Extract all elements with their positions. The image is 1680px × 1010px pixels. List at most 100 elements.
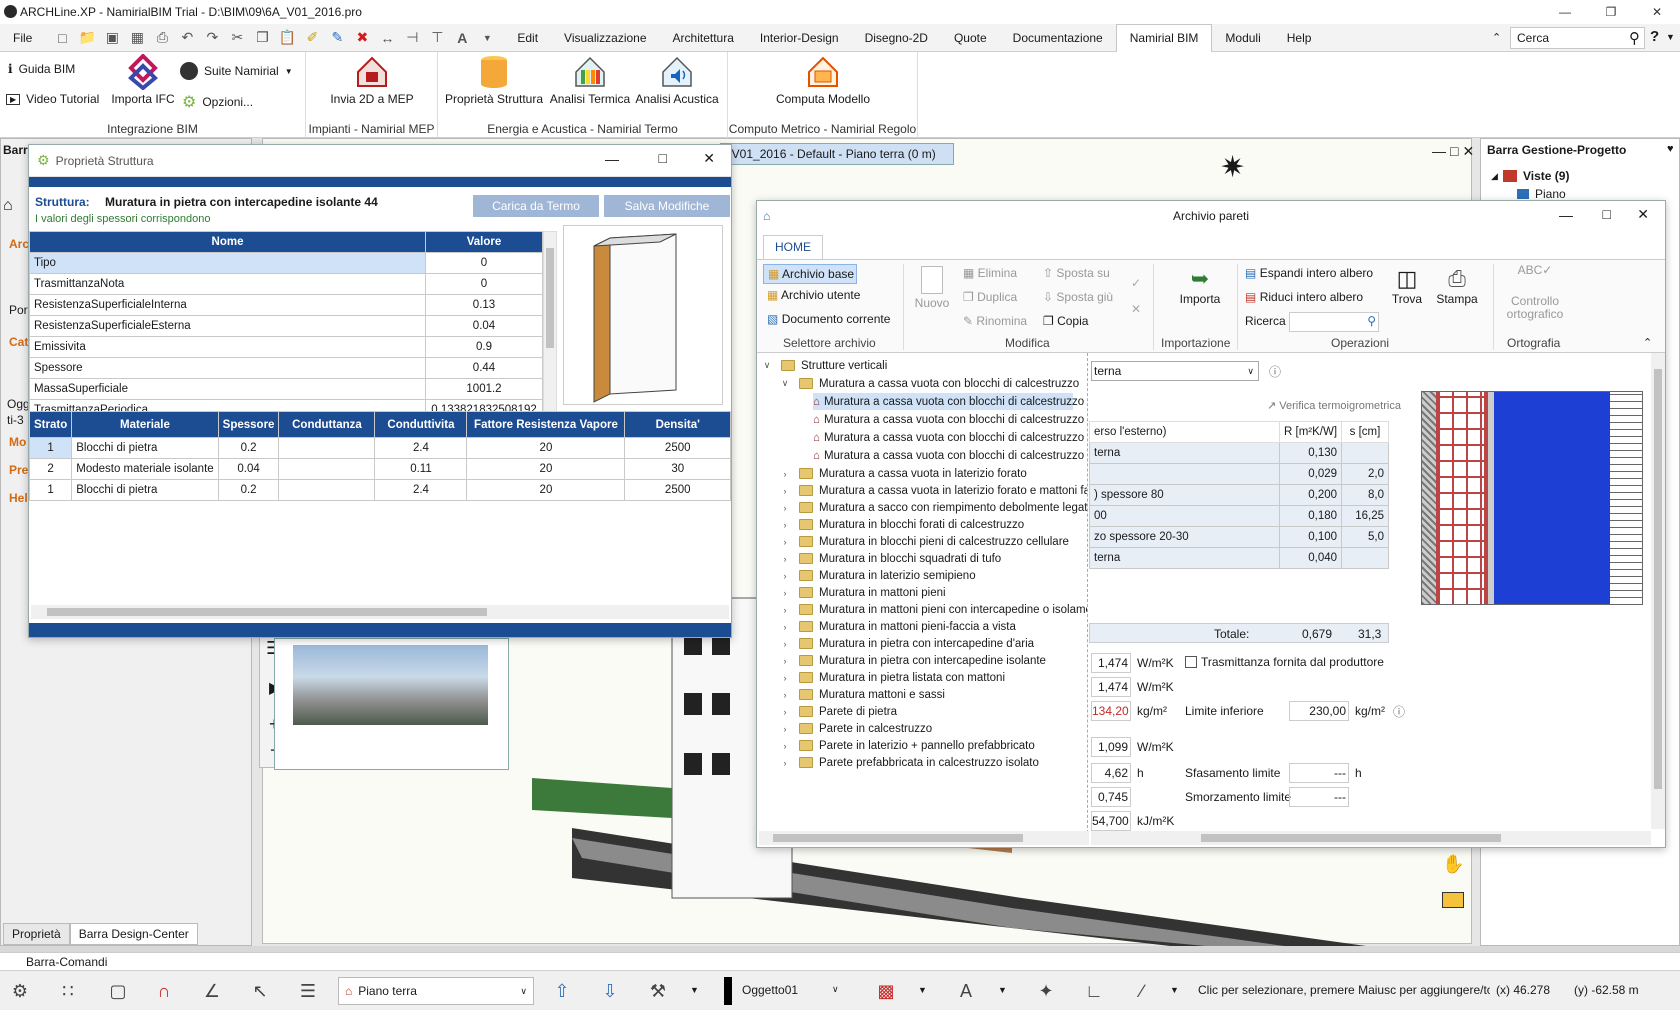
3d-hammer-icon[interactable]: ⚒: [642, 977, 674, 1005]
cut-icon[interactable]: ✂: [226, 27, 248, 49]
redo-icon[interactable]: ↷: [201, 27, 223, 49]
prop-maximize-icon[interactable]: □: [659, 150, 667, 166]
chevron-right-icon[interactable]: ›: [779, 758, 791, 768]
tree-item[interactable]: › Muratura in blocchi squadrati di tufo: [779, 550, 1002, 567]
archivio-utente-button[interactable]: ▦ Archivio utente: [767, 288, 860, 302]
sposta-giu-button[interactable]: ⇩ Sposta giù: [1043, 290, 1113, 304]
chevron-right-icon[interactable]: ›: [779, 690, 791, 700]
frame-icon[interactable]: ▢: [102, 977, 134, 1005]
line-tool-icon[interactable]: ∕: [1126, 977, 1158, 1005]
table-row[interactable]: 0,029 2,0: [1089, 463, 1389, 485]
suite-namirial-button[interactable]: Suite Namirial ▼: [180, 62, 293, 80]
analisi-acustica-button[interactable]: Analisi Acustica: [634, 54, 720, 106]
tree-item[interactable]: › Muratura in mattoni pieni: [779, 584, 946, 601]
info-circle-icon[interactable]: ⓘ: [1393, 703, 1405, 720]
table-row[interactable]: MassaSuperficiale 1001.2: [29, 378, 543, 400]
espandi-albero-button[interactable]: ▤ Espandi intero albero: [1245, 266, 1373, 280]
arch-minimize-icon[interactable]: —: [1559, 207, 1573, 223]
table-row[interactable]: ResistenzaSuperficialeInterna 0.13: [29, 294, 543, 316]
tree-item[interactable]: › Muratura in mattoni pieni-faccia a vist…: [779, 618, 1016, 635]
arch-close-icon[interactable]: ✕: [1637, 206, 1649, 223]
chevron-right-icon[interactable]: ›: [779, 571, 791, 581]
table-row[interactable]: zo spessore 20-30 0,100 5,0: [1089, 526, 1389, 548]
chevron-right-icon[interactable]: ›: [779, 741, 791, 751]
collapse-arch-ribbon-icon[interactable]: ⌃: [1643, 336, 1652, 349]
collapse-viste-icon[interactable]: ◢: [1491, 171, 1498, 182]
table-row[interactable]: terna 0,040: [1089, 547, 1389, 569]
text-icon[interactable]: A: [451, 27, 473, 49]
floor-selector[interactable]: ⌂ Piano terra ∨: [338, 977, 534, 1005]
chevron-right-icon[interactable]: ›: [779, 639, 791, 649]
text-style-icon[interactable]: A: [950, 977, 982, 1005]
search-icon[interactable]: ⚲: [1629, 29, 1640, 47]
carica-da-termo-button[interactable]: Carica da Termo: [473, 195, 599, 217]
menu-architettura[interactable]: Architettura: [660, 24, 747, 52]
left-item-arc[interactable]: Arc: [9, 237, 29, 251]
magnet-icon[interactable]: ∩: [148, 977, 180, 1005]
tree-item[interactable]: › Muratura a cassa vuota in laterizio for…: [779, 465, 1027, 482]
piano-label[interactable]: Piano: [1535, 187, 1566, 201]
layers-list-icon[interactable]: ☰: [292, 977, 324, 1005]
confirm-icon[interactable]: ✓: [1131, 276, 1141, 290]
measure-icon[interactable]: ↔: [376, 27, 398, 49]
archivio-base-button[interactable]: ▦ Archivio base: [763, 264, 857, 284]
help-dropdown-icon[interactable]: ▼: [1666, 32, 1675, 42]
copia-button[interactable]: ❐ Copia: [1043, 314, 1088, 328]
tree-leaf[interactable]: ⌂ Muratura a cassa vuota con blocchi di c…: [813, 447, 1087, 464]
video-tutorial-button[interactable]: ▶ Video Tutorial: [6, 92, 99, 106]
verifica-termoigrometrica-button[interactable]: ↗ Verifica termoigrometrica: [1267, 399, 1401, 412]
close-icon[interactable]: ✕: [1634, 0, 1680, 24]
documento-corrente-button[interactable]: ▧ Documento corrente: [767, 312, 890, 326]
controllo-ortografico-button[interactable]: ABC✓ Controllo ortografico: [1501, 264, 1569, 321]
tab-home[interactable]: HOME: [763, 235, 823, 259]
align-icon[interactable]: ⊤: [426, 27, 448, 49]
search-box[interactable]: Cerca ⚲: [1510, 27, 1645, 49]
eraser-dropdown-icon[interactable]: ▼: [918, 985, 927, 995]
pencil-icon[interactable]: ✎: [326, 27, 348, 49]
tree-item[interactable]: › Muratura a cassa vuota in laterizio for…: [779, 482, 1088, 499]
chevron-right-icon[interactable]: ›: [779, 673, 791, 683]
floor-up-icon[interactable]: ⇧: [546, 977, 578, 1005]
collapse-ribbon-icon[interactable]: ⌃: [1492, 31, 1501, 44]
limite-inferiore-input[interactable]: 230,00: [1289, 701, 1349, 721]
table-row[interactable]: ResistenzaSuperficialeEsterna 0.04: [29, 315, 543, 337]
left-item-hel[interactable]: Hel: [9, 491, 28, 505]
chevron-right-icon[interactable]: ›: [779, 486, 791, 496]
tree-item[interactable]: › Parete in calcestruzzo: [779, 720, 933, 737]
riduci-albero-button[interactable]: ▤ Riduci intero albero: [1245, 290, 1363, 304]
menu-help[interactable]: Help: [1274, 24, 1325, 52]
print-icon[interactable]: ⎙: [151, 27, 173, 49]
importa-button[interactable]: ➥ Importa: [1175, 266, 1225, 306]
tree-h-scrollbar[interactable]: [759, 831, 1089, 845]
chevron-right-icon[interactable]: ›: [779, 554, 791, 564]
trasmittanza-produttore-checkbox[interactable]: Trasmittanza fornita dal produttore: [1185, 655, 1384, 669]
chevron-right-icon[interactable]: ›: [779, 707, 791, 717]
tab-proprieta[interactable]: Proprietà: [3, 923, 70, 945]
table-row[interactable]: 00 0,180 16,25: [1089, 505, 1389, 527]
left-item-cat[interactable]: Cat: [9, 335, 28, 349]
ricerca-input[interactable]: ⚲: [1289, 312, 1379, 332]
save-icon[interactable]: ▣: [101, 27, 123, 49]
chevron-right-icon[interactable]: ›: [779, 537, 791, 547]
tree-leaf[interactable]: ⌂ Muratura a cassa vuota con blocchi di c…: [813, 429, 1087, 446]
chevron-right-icon[interactable]: ›: [779, 622, 791, 632]
select-pointer-icon[interactable]: ↖: [244, 977, 276, 1005]
menu-documentazione[interactable]: Documentazione: [1000, 24, 1116, 52]
tree-root[interactable]: ∨ Strutture verticali: [761, 357, 888, 374]
pin-icon[interactable]: ♥: [1667, 143, 1674, 155]
object-dropdown-icon[interactable]: ∨: [832, 984, 839, 995]
arch-maximize-icon[interactable]: □: [1603, 206, 1611, 222]
new-file-icon[interactable]: □: [51, 27, 73, 49]
menu-visualizzazione[interactable]: Visualizzazione: [551, 24, 660, 52]
copy-icon[interactable]: ❐: [251, 27, 273, 49]
save-as-icon[interactable]: ▦: [126, 27, 148, 49]
layers-h-scrollbar[interactable]: [31, 605, 729, 619]
menu-disegno-2d[interactable]: Disegno-2D: [852, 24, 941, 52]
smorzamento-limite-input[interactable]: ---: [1289, 787, 1349, 807]
undo-icon[interactable]: ↶: [176, 27, 198, 49]
left-item-mo[interactable]: Mo: [9, 435, 26, 449]
minimize-icon[interactable]: —: [1542, 0, 1588, 24]
elimina-button[interactable]: ▦ Elimina: [963, 266, 1017, 280]
computa-modello-button[interactable]: Computa Modello: [768, 54, 878, 106]
info-circle-icon[interactable]: ⓘ: [1269, 363, 1281, 380]
